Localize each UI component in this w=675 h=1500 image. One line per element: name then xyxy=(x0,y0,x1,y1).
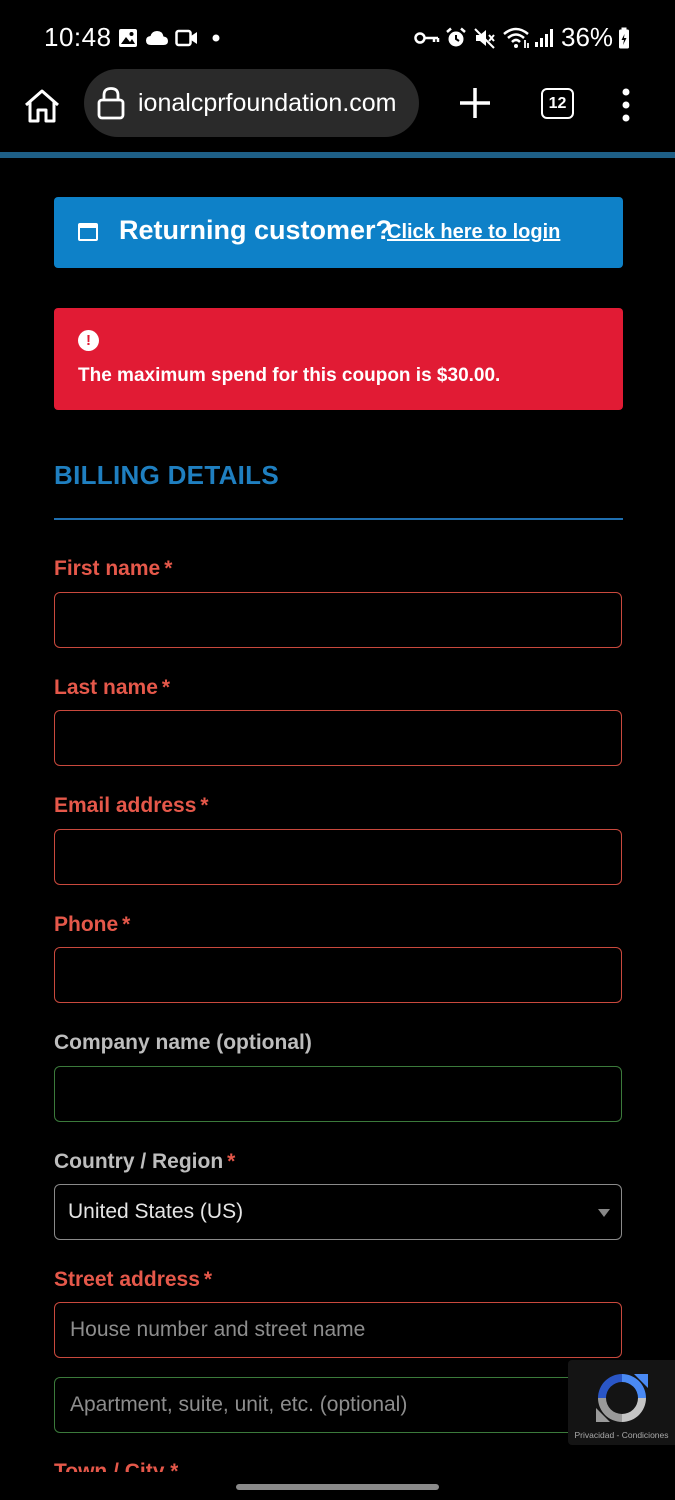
returning-customer-title: Returning customer? xyxy=(119,215,393,245)
required-mark: * xyxy=(227,1150,236,1173)
email-field[interactable] xyxy=(54,829,622,885)
street-address-label-text: Street address xyxy=(54,1268,200,1291)
more-menu-button[interactable] xyxy=(616,88,636,122)
town-city-label: Town / City * xyxy=(54,1460,178,1472)
url-text[interactable]: ionalcprfoundation.com xyxy=(138,89,397,118)
login-link[interactable]: Click here to login xyxy=(387,221,560,244)
browser-toolbar: ionalcprfoundation.com 12 xyxy=(0,69,675,154)
key-icon xyxy=(414,26,440,50)
phone-label-text: Phone xyxy=(54,913,119,936)
country-label: Country / Region * xyxy=(54,1150,235,1174)
street-address-label: Street address * xyxy=(54,1268,212,1292)
last-name-field[interactable] xyxy=(54,710,622,766)
last-name-label-text: Last name xyxy=(54,676,158,699)
phone-field[interactable] xyxy=(54,947,622,1003)
returning-customer-notice: Returning customer? Click here to login xyxy=(54,197,623,268)
last-name-label: Last name * xyxy=(54,676,170,700)
home-button[interactable] xyxy=(20,84,64,128)
dot-icon xyxy=(211,26,221,50)
street-address-field[interactable] xyxy=(54,1302,622,1358)
phone-label: Phone * xyxy=(54,913,130,937)
signal-icon xyxy=(533,26,555,50)
email-label: Email address * xyxy=(54,794,209,818)
country-select[interactable]: United States (US) xyxy=(54,1184,622,1240)
mute-icon xyxy=(473,26,497,50)
chevron-down-icon xyxy=(598,1209,610,1217)
required-mark: * xyxy=(122,913,131,936)
tab-switcher-button[interactable]: 12 xyxy=(541,88,574,119)
coupon-error-notice: ! The maximum spend for this coupon is $… xyxy=(54,308,623,410)
company-field[interactable] xyxy=(54,1066,622,1122)
wifi-icon xyxy=(503,26,531,50)
battery-level: 36% xyxy=(561,22,614,52)
town-city-label-text: Town / City xyxy=(54,1460,165,1472)
first-name-label: First name * xyxy=(54,557,172,581)
alarm-icon xyxy=(444,26,468,50)
first-name-label-text: First name xyxy=(54,557,161,580)
required-mark: * xyxy=(161,676,171,699)
page-load-bar xyxy=(0,152,675,158)
more-vertical-icon xyxy=(622,88,630,122)
email-label-text: Email address xyxy=(54,794,197,817)
country-label-text: Country / Region xyxy=(54,1150,224,1173)
heading-divider xyxy=(54,518,623,520)
apartment-field[interactable] xyxy=(54,1377,622,1433)
plus-icon xyxy=(460,88,490,118)
window-icon xyxy=(78,223,98,241)
status-time: 10:48 xyxy=(44,22,112,52)
required-mark: * xyxy=(203,1268,213,1291)
video-icon xyxy=(175,26,199,50)
alert-icon: ! xyxy=(78,330,99,351)
billing-details-heading: BILLING DETAILS xyxy=(54,460,280,490)
error-message: The maximum spend for this coupon is $30… xyxy=(78,365,501,386)
new-tab-button[interactable] xyxy=(458,86,492,120)
home-icon xyxy=(25,89,59,123)
country-select-value: United States (US) xyxy=(68,1200,244,1223)
required-mark: * xyxy=(164,557,173,580)
gallery-icon xyxy=(117,26,139,50)
recaptcha-icon xyxy=(596,1374,648,1422)
home-indicator[interactable] xyxy=(236,1484,439,1490)
company-label: Company name (optional) xyxy=(54,1031,312,1054)
lock-icon[interactable] xyxy=(96,86,126,120)
recaptcha-terms[interactable]: Privacidad - Condiciones xyxy=(568,1430,675,1440)
first-name-field[interactable] xyxy=(54,592,622,648)
cloud-icon xyxy=(145,26,169,50)
battery-icon xyxy=(617,26,631,50)
required-mark: * xyxy=(200,794,209,817)
required-mark: * xyxy=(170,1460,179,1472)
recaptcha-badge[interactable]: Privacidad - Condiciones xyxy=(568,1360,675,1445)
screen: 10:48 36% ionalcprfoundation.com 12 Retu… xyxy=(0,0,675,1500)
status-bar: 10:48 36% xyxy=(0,0,675,72)
